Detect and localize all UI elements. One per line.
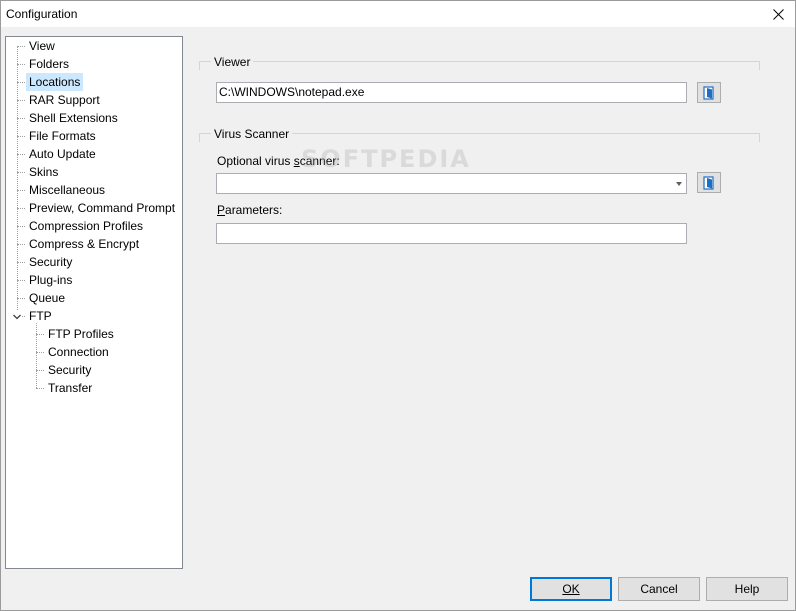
viewer-browse-button[interactable]	[697, 82, 721, 103]
tree-item-label: View	[29, 39, 55, 53]
tree-connector	[17, 118, 25, 119]
tree-item[interactable]: Security	[45, 361, 94, 379]
tree-item-label: Security	[48, 363, 92, 377]
help-button[interactable]: Help	[706, 577, 788, 601]
virus-scanner-group-title: Virus Scanner	[211, 127, 293, 141]
cancel-button-label: Cancel	[640, 582, 678, 596]
viewer-group-border	[199, 61, 759, 62]
tree-item[interactable]: Skins	[26, 163, 61, 181]
viewer-group-border	[199, 61, 200, 70]
tree-item[interactable]: RAR Support	[26, 91, 103, 109]
tree-item-label: Compress & Encrypt	[29, 237, 140, 251]
tree-item-label: Queue	[29, 291, 66, 305]
tree-item[interactable]: Transfer	[45, 379, 95, 397]
tree-connector	[17, 226, 25, 227]
tree-connector	[17, 154, 25, 155]
cancel-button[interactable]: Cancel	[618, 577, 700, 601]
tree-connector	[36, 323, 37, 388]
close-icon	[772, 8, 784, 20]
tree-item-label: Transfer	[48, 381, 93, 395]
tree-item-label: Connection	[48, 345, 109, 359]
tree-connector	[17, 262, 25, 263]
watermark-text: SOFTPEDIA	[301, 145, 471, 173]
ok-button[interactable]: OK	[530, 577, 612, 601]
tree-connector	[36, 370, 44, 371]
viewer-path-input[interactable]: C:\WINDOWS\notepad.exe	[216, 82, 687, 103]
virus-scanner-browse-button[interactable]	[697, 172, 721, 193]
tree-connector	[17, 190, 25, 191]
tree-connector	[36, 388, 44, 389]
tree-item-label: Locations	[26, 73, 84, 91]
tree-item-label: Folders	[29, 57, 70, 71]
virus-scanner-group-border	[759, 133, 760, 142]
tree-item-label: FTP Profiles	[48, 327, 114, 341]
tree-item-label: Shell Extensions	[29, 111, 118, 125]
tree-connector	[17, 280, 25, 281]
tree-item[interactable]: Compression Profiles	[26, 217, 146, 235]
tree-connector	[17, 64, 25, 65]
tree-item-label: Miscellaneous	[29, 183, 106, 197]
ok-button-label: OK	[562, 582, 580, 596]
tree-item[interactable]: Preview, Command Prompt	[26, 199, 178, 217]
tree-connector	[36, 352, 44, 353]
tree-item-label: Preview, Command Prompt	[29, 201, 176, 215]
close-button[interactable]	[761, 1, 795, 27]
tree-item[interactable]: View	[26, 37, 58, 55]
tree-connector	[17, 244, 25, 245]
tree-item[interactable]: Queue	[26, 289, 68, 307]
tree-item[interactable]: Folders	[26, 55, 72, 73]
tree-item-label: Auto Update	[29, 147, 96, 161]
tree-connector	[17, 136, 25, 137]
folder-browse-icon	[703, 85, 714, 100]
tree-item-label: Skins	[29, 165, 59, 179]
chevron-down-icon[interactable]	[676, 182, 682, 186]
tree-connector	[17, 172, 25, 173]
parameters-input[interactable]	[216, 223, 687, 244]
viewer-group-border	[759, 61, 760, 70]
virus-scanner-group-border	[199, 133, 200, 142]
tree-item-label: Security	[29, 255, 73, 269]
viewer-group-title: Viewer	[211, 55, 254, 69]
tree-item[interactable]: Plug-ins	[26, 271, 75, 289]
tree-item-label: RAR Support	[29, 93, 100, 107]
tree-item[interactable]: FTP Profiles	[45, 325, 117, 343]
tree-item-label: Plug-ins	[29, 273, 73, 287]
virus-scanner-combo[interactable]	[216, 173, 687, 194]
tree-connector	[17, 100, 25, 101]
chevron-down-icon[interactable]	[12, 311, 22, 321]
tree-item[interactable]: Locations	[26, 73, 84, 91]
tree-connector	[36, 334, 44, 335]
tree-item[interactable]: Shell Extensions	[26, 109, 121, 127]
tree-item[interactable]: Compress & Encrypt	[26, 235, 142, 253]
tree-item-label: Compression Profiles	[29, 219, 144, 233]
tree-item[interactable]: Connection	[45, 343, 112, 361]
tree-connector	[17, 298, 25, 299]
tree-connector	[17, 82, 25, 83]
tree-item[interactable]: Miscellaneous	[26, 181, 108, 199]
tree-item[interactable]: Auto Update	[26, 145, 99, 163]
tree-item[interactable]: Security	[26, 253, 75, 271]
tree-connector	[17, 208, 25, 209]
settings-tree[interactable]: View Folders Locations RAR Support Shell Ext…	[5, 36, 183, 569]
tree-item-label: File Formats	[29, 129, 96, 143]
configuration-window: Configuration View Folders Locations RAR Su…	[0, 0, 796, 611]
tree-item[interactable]: FTP	[26, 307, 55, 325]
parameters-label: Parameters:	[217, 203, 283, 217]
tree-item[interactable]: File Formats	[26, 127, 99, 145]
folder-browse-icon	[703, 175, 714, 190]
help-button-label: Help	[734, 582, 760, 596]
tree-item-label: FTP	[29, 309, 52, 323]
tree-connector	[17, 46, 25, 47]
title-bar: Configuration	[1, 1, 795, 27]
tree-connector	[17, 46, 18, 316]
window-title: Configuration	[6, 7, 78, 21]
